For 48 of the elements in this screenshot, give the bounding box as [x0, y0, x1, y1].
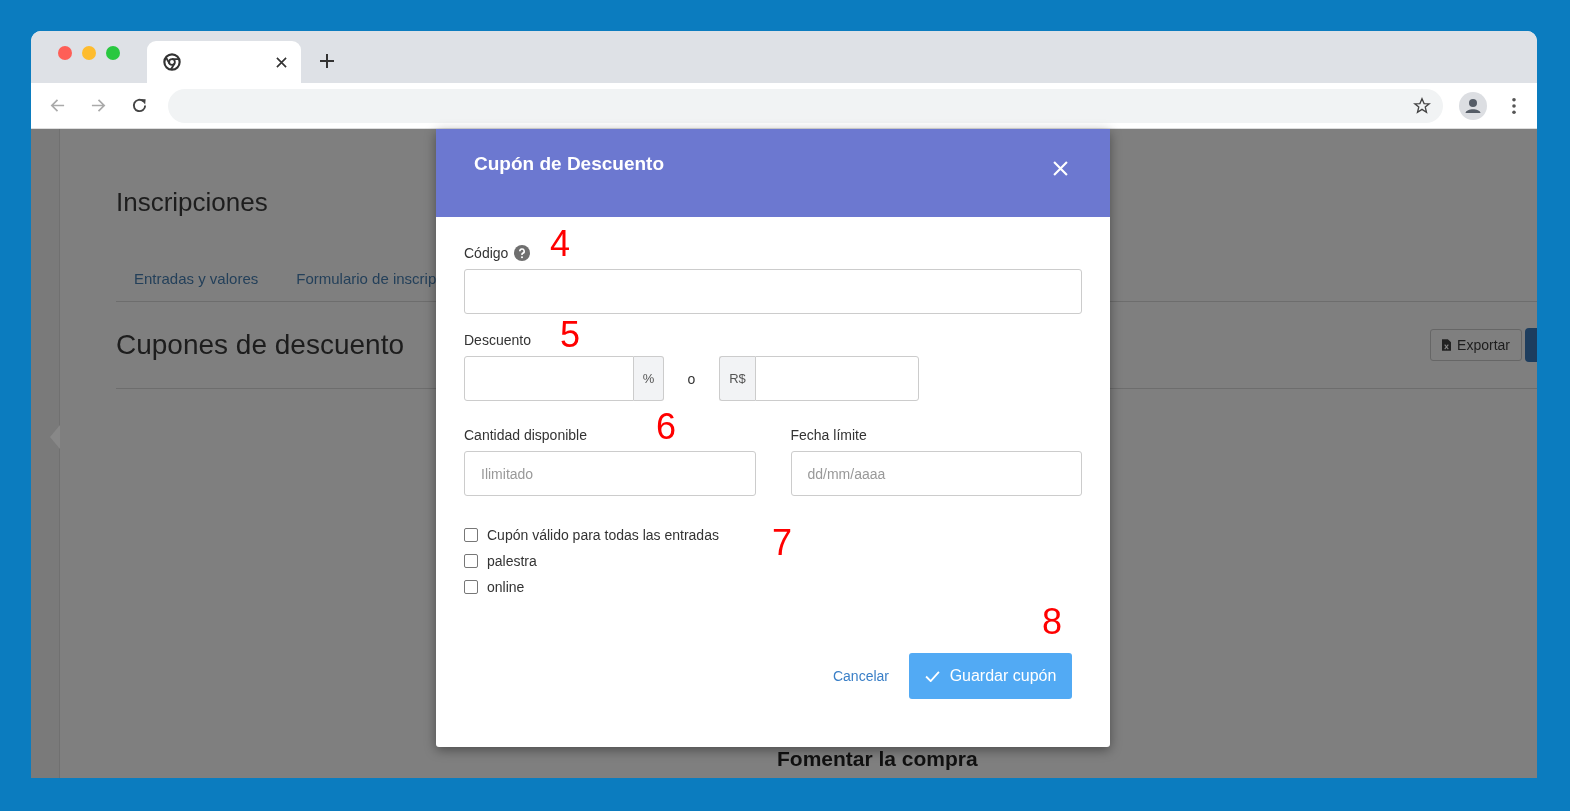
annotation-number: 5 — [560, 317, 581, 353]
checkbox-label: palestra — [487, 553, 537, 569]
check-icon — [924, 670, 940, 682]
star-icon[interactable] — [1413, 96, 1431, 115]
page-title: Inscripciones — [116, 187, 269, 218]
percent-addon: % — [634, 356, 664, 401]
browser-tab[interactable] — [147, 41, 301, 83]
page-tab[interactable]: Formulario de inscrip — [296, 270, 437, 287]
separator-text: o — [686, 370, 697, 387]
checkbox[interactable] — [464, 528, 478, 542]
currency-addon: R$ — [719, 356, 755, 401]
help-icon[interactable] — [514, 245, 531, 261]
field-label: Descuento — [464, 332, 531, 348]
menu-icon[interactable] — [1511, 96, 1517, 115]
excel-file-icon — [1442, 339, 1452, 351]
forward-arrow-icon[interactable] — [90, 97, 107, 114]
page-tab[interactable]: Entradas y valores — [134, 270, 259, 287]
close-icon[interactable] — [276, 56, 287, 68]
cancel-link[interactable]: Cancelar — [832, 668, 889, 684]
field-label: Cantidad disponible — [464, 427, 587, 443]
minimize-window-dot[interactable] — [82, 46, 96, 60]
modal-title: Cupón de Descuento — [474, 153, 664, 175]
close-window-dot[interactable] — [58, 46, 72, 60]
subheading: Fomentar la compra — [777, 748, 978, 769]
zoom-window-dot[interactable] — [106, 46, 120, 60]
plus-icon[interactable] — [319, 53, 335, 69]
field-label: Fecha límite — [790, 427, 867, 443]
back-arrow-icon[interactable] — [49, 97, 66, 114]
checkbox[interactable] — [464, 580, 478, 594]
amount-input-field[interactable] — [755, 356, 919, 401]
code-input-field[interactable] — [464, 269, 1082, 314]
percent-input-field[interactable] — [464, 356, 634, 401]
section-title: Cupones de descuento — [116, 329, 404, 361]
checkbox-label: online — [487, 579, 525, 595]
checkbox-label: Cupón válido para todas las entradas — [487, 527, 719, 543]
export-button[interactable]: Exportar — [1430, 329, 1522, 361]
checkbox[interactable] — [464, 554, 478, 568]
date-input-field[interactable]: dd/mm/aaaa — [790, 451, 1082, 496]
annotation-number: 8 — [1042, 604, 1063, 640]
profile-avatar-icon[interactable] — [1459, 91, 1487, 120]
field-label: Código — [464, 245, 509, 261]
annotation-number: 6 — [656, 409, 677, 445]
save-button[interactable]: Guardar cupón — [909, 653, 1072, 699]
browser-logo-icon — [163, 53, 181, 71]
quantity-input-field[interactable]: Ilimitado — [464, 451, 756, 496]
reload-icon[interactable] — [131, 97, 148, 114]
annotation-number: 4 — [550, 226, 571, 262]
annotation-number: 7 — [772, 525, 793, 561]
